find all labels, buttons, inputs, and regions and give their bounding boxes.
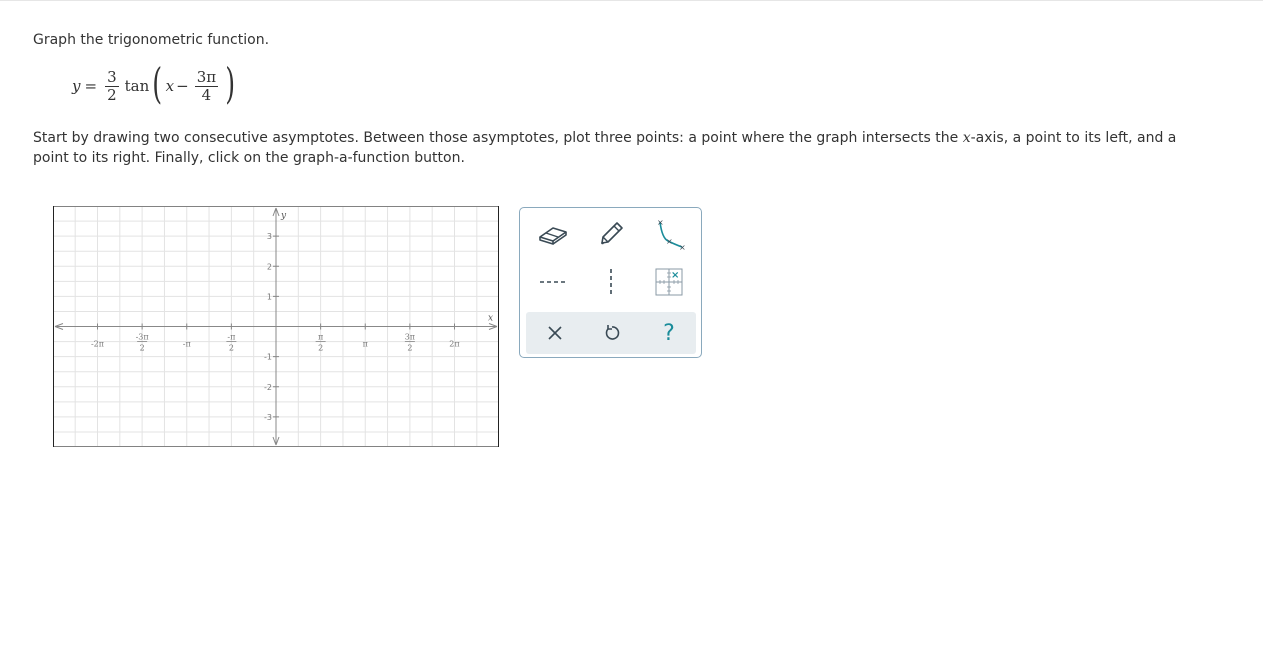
equation-equals: = (84, 77, 98, 95)
svg-text:×: × (666, 237, 673, 246)
instructions: Start by drawing two consecutive asympto… (33, 128, 1183, 168)
svg-text:×: × (671, 270, 679, 281)
instructions-part1: Start by drawing two consecutive asympto… (33, 130, 963, 146)
horizontal-asymptote-button[interactable] (533, 262, 573, 302)
eraser-button[interactable] (533, 214, 573, 254)
action-bar: ? (526, 312, 696, 354)
shift-fraction: 3π 4 (194, 67, 219, 104)
svg-text:×: × (679, 243, 686, 251)
y-tick-label: 1 (267, 292, 272, 301)
x-tick-label-numerator: 3π (405, 333, 415, 342)
horizontal-dashed-line-icon (540, 281, 566, 283)
coefficient-numerator: 3 (107, 67, 117, 86)
shift-denominator: 4 (201, 85, 212, 104)
x-tick-label-numerator: -3π (136, 333, 149, 342)
question-prompt: Graph the trigonometric function. (33, 32, 270, 48)
vertical-asymptote-button[interactable] (591, 262, 631, 302)
open-paren: ( (152, 59, 163, 108)
top-divider (0, 0, 1263, 1)
pencil-icon (601, 222, 623, 245)
argument-variable: x (165, 77, 175, 95)
coefficient-fraction: 3 2 (105, 67, 119, 104)
y-tick-label: -1 (264, 353, 272, 362)
x-tick-label-denominator: 2 (407, 344, 412, 353)
tangent-curve-icon: × × × (657, 218, 686, 251)
graph-svg[interactable]: xy-2π-3π2 -π-π2π2 π3π2 2π321-1-2-3 (53, 206, 499, 447)
tool-panel: × × × × ? (519, 207, 702, 358)
y-tick-label: 3 (267, 232, 272, 241)
x-tick-label-numerator: -π (227, 333, 235, 342)
minus-sign: − (176, 77, 189, 95)
y-tick-label: -2 (264, 383, 272, 392)
eraser-icon (539, 227, 567, 245)
x-tick-label: -π (183, 340, 191, 349)
x-axis-label: x (488, 314, 493, 324)
function-name: tan (124, 77, 150, 95)
x-tick-label-numerator: π (318, 333, 323, 342)
function-equation: y = 3 2 tan ( x − 3π 4 ) (72, 62, 238, 110)
y-tick-label: 2 (267, 262, 272, 271)
help-icon: ? (663, 320, 675, 346)
instructions-x-variable: x (962, 130, 971, 146)
graph-function-button[interactable]: × (649, 262, 689, 302)
x-tick-label-denominator: 2 (318, 344, 323, 353)
x-tick-label: π (363, 340, 368, 349)
graph-function-icon: × (655, 268, 683, 296)
clear-button[interactable] (535, 313, 575, 353)
close-icon (548, 326, 562, 340)
svg-text:×: × (657, 218, 664, 227)
x-tick-label-denominator: 2 (229, 344, 234, 353)
curve-tool-button[interactable]: × × × (649, 214, 689, 254)
x-tick-label: 2π (449, 340, 459, 349)
graphing-canvas[interactable]: x y -2π -3π 2 -π -π 2 π 2 π 3π 2 2π 3 2 1 -1 -2 -3 (53, 206, 499, 447)
y-axis-label: y (280, 211, 287, 221)
x-tick-label-denominator: 2 (140, 344, 145, 353)
x-tick-label: -2π (91, 340, 104, 349)
help-button[interactable]: ? (649, 313, 689, 353)
undo-button[interactable] (592, 313, 632, 353)
close-paren: ) (225, 59, 236, 108)
equation-lhs: y (72, 77, 81, 95)
undo-icon (605, 325, 620, 340)
y-tick-label: -3 (264, 413, 272, 422)
coefficient-denominator: 2 (107, 85, 117, 104)
pencil-button[interactable] (591, 214, 631, 254)
shift-numerator: 3π (196, 67, 217, 86)
vertical-dashed-line-icon (610, 269, 612, 295)
